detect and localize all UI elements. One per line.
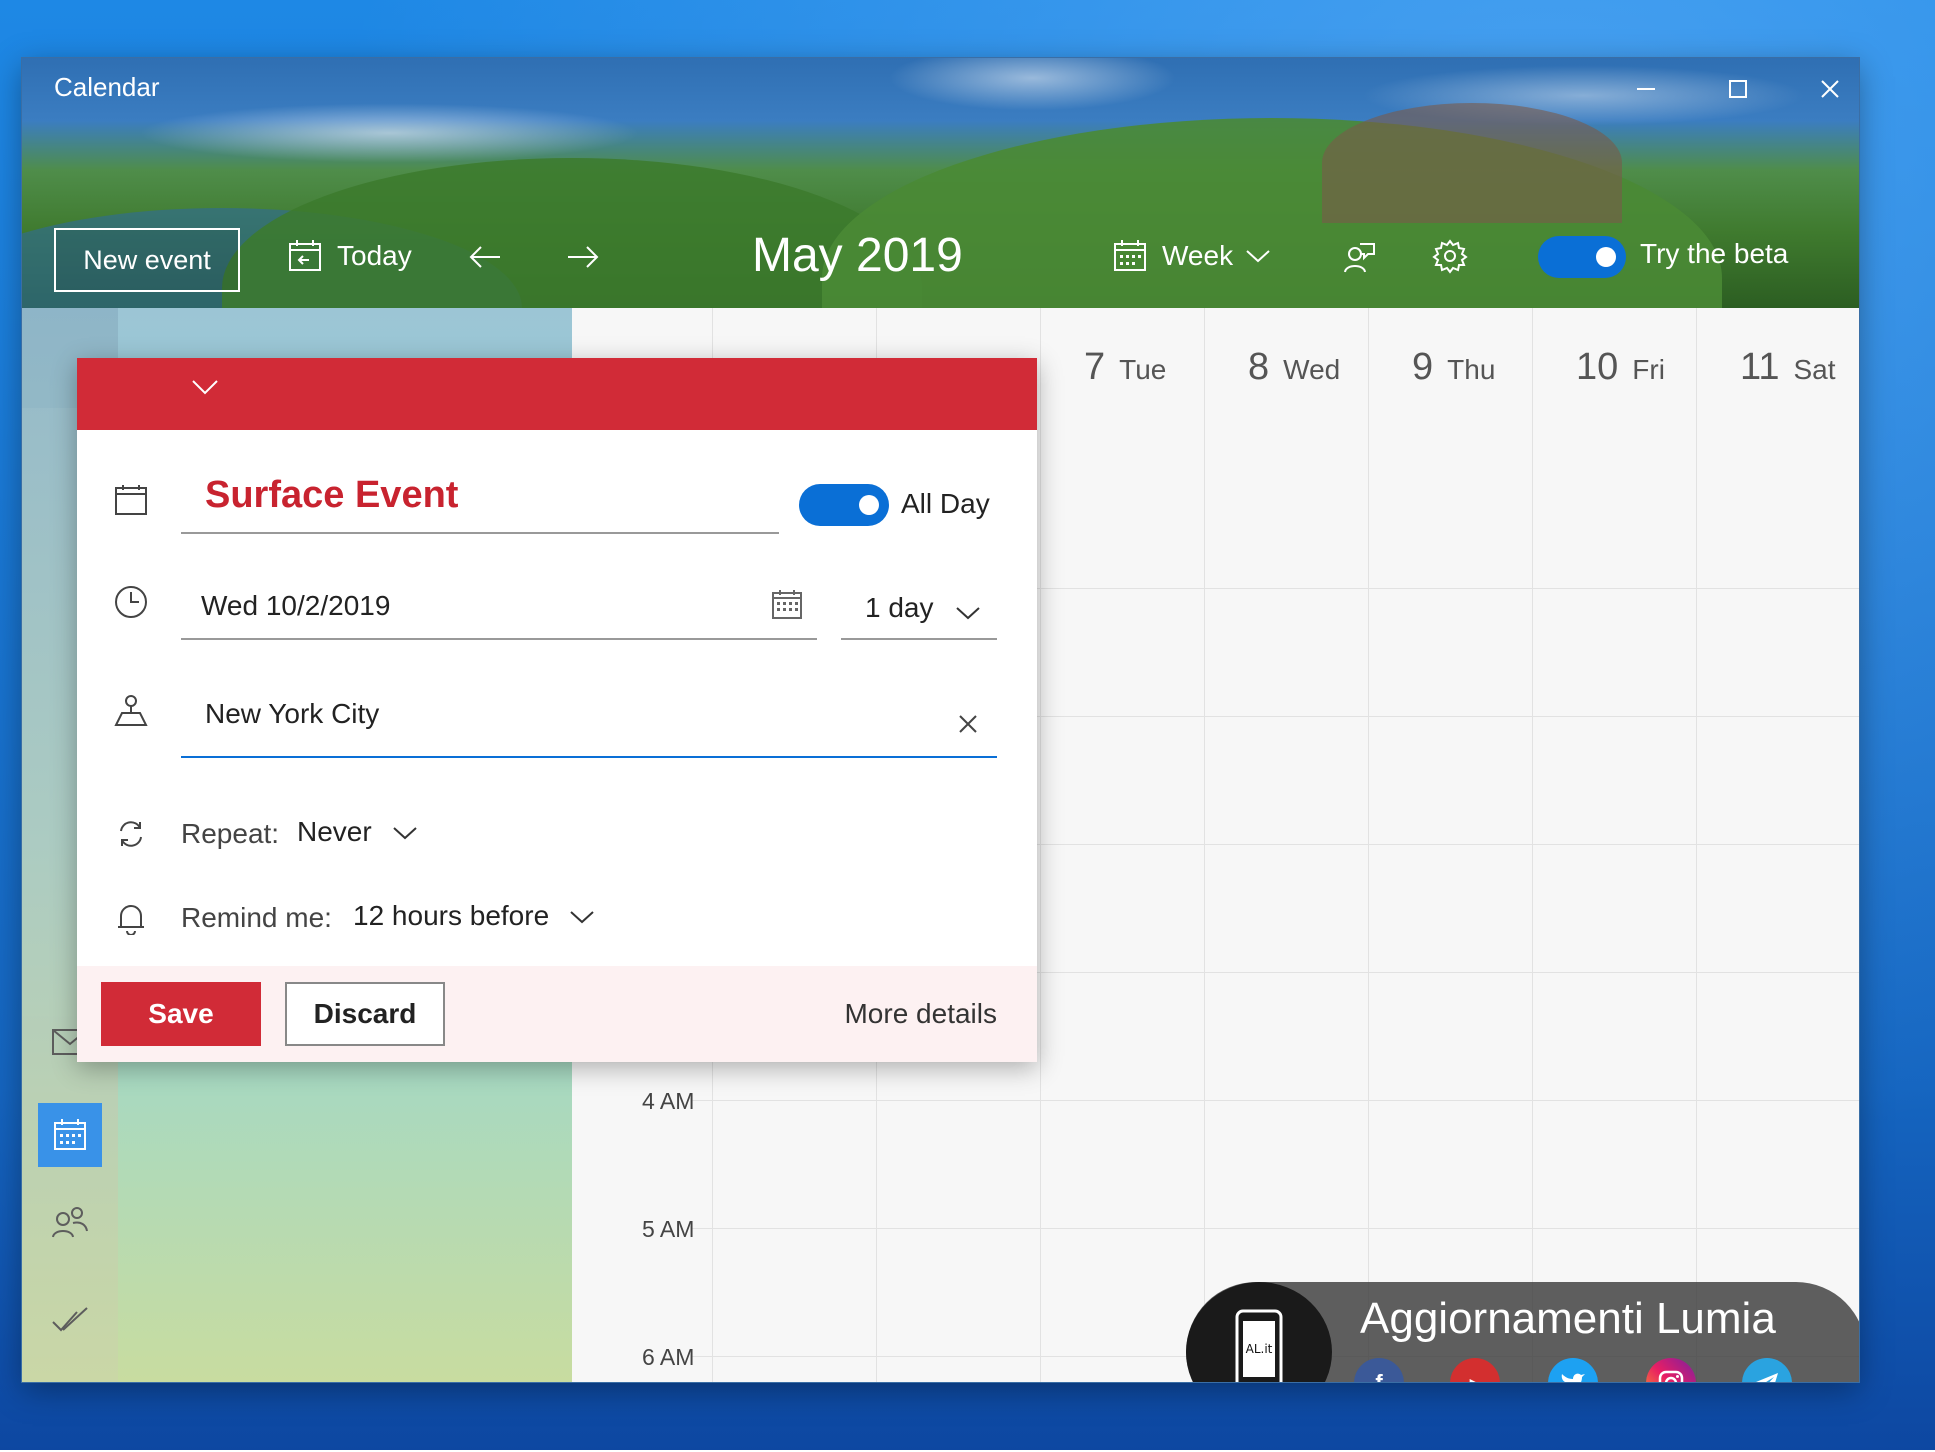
day-header[interactable]: 11 Sat bbox=[1740, 346, 1835, 389]
calendar-view-icon bbox=[1114, 240, 1146, 271]
clock-icon bbox=[111, 582, 151, 622]
time-label: 5 AM bbox=[642, 1216, 695, 1242]
watermark-banner: AL.it Aggiornamenti Lumia f ▶ bbox=[1186, 1282, 1859, 1382]
header-banner: Calendar New event Today May 2019 Week T… bbox=[22, 58, 1859, 438]
arrow-right-icon bbox=[568, 246, 599, 268]
maximize-icon bbox=[1729, 80, 1747, 98]
remind-value: 12 hours before bbox=[353, 900, 550, 931]
calendar-window: Calendar New event Today May 2019 Week T… bbox=[22, 58, 1859, 1382]
twitter-icon[interactable] bbox=[1548, 1358, 1598, 1382]
try-beta-toggle[interactable] bbox=[1538, 236, 1626, 278]
today-label: Today bbox=[337, 240, 412, 271]
month-title[interactable]: May 2019 bbox=[752, 228, 963, 283]
feedback-button[interactable] bbox=[1342, 240, 1376, 274]
people-nav-button[interactable] bbox=[46, 1198, 94, 1246]
next-button[interactable] bbox=[566, 244, 600, 270]
settings-button[interactable] bbox=[1432, 238, 1468, 274]
close-icon bbox=[959, 715, 977, 733]
repeat-label: Repeat: bbox=[181, 818, 280, 849]
todo-nav-button[interactable] bbox=[46, 1296, 94, 1344]
chevron-down-icon bbox=[569, 900, 595, 932]
repeat-dropdown[interactable]: Never bbox=[297, 816, 418, 848]
close-button[interactable] bbox=[1800, 68, 1859, 110]
previous-button[interactable] bbox=[468, 244, 502, 270]
maximize-button[interactable] bbox=[1708, 68, 1768, 110]
try-beta-label: Try the beta bbox=[1640, 238, 1789, 269]
chevron-down-icon bbox=[955, 596, 981, 628]
calendar-selector[interactable] bbox=[191, 378, 219, 401]
event-date-value: Wed 10/2/2019 bbox=[201, 590, 391, 621]
calendar-icon bbox=[111, 480, 151, 520]
calendar-nav-button[interactable] bbox=[38, 1103, 102, 1167]
day-header[interactable]: 8 Wed bbox=[1248, 346, 1340, 389]
people-icon bbox=[52, 1207, 88, 1238]
duration-dropdown[interactable]: 1 day bbox=[841, 576, 997, 640]
day-header[interactable]: 10 Fri bbox=[1576, 346, 1665, 389]
event-title-input[interactable]: Surface Event bbox=[181, 466, 779, 534]
clear-location-button[interactable] bbox=[957, 710, 979, 742]
date-picker-icon[interactable] bbox=[771, 588, 803, 627]
remind-dropdown[interactable]: 12 hours before bbox=[353, 900, 595, 932]
event-date-input[interactable]: Wed 10/2/2019 bbox=[181, 576, 817, 640]
app-title: Calendar bbox=[54, 72, 160, 102]
svg-text:AL.it: AL.it bbox=[1246, 1342, 1273, 1356]
discard-button[interactable]: Discard bbox=[285, 982, 445, 1046]
repeat-icon bbox=[111, 814, 151, 854]
event-color-header bbox=[77, 358, 1037, 430]
location-value: New York City bbox=[205, 698, 380, 729]
bell-icon bbox=[111, 898, 151, 938]
instagram-icon[interactable] bbox=[1646, 1358, 1696, 1382]
facebook-icon[interactable]: f bbox=[1354, 1358, 1404, 1382]
calendar-today-icon bbox=[289, 240, 321, 271]
repeat-value: Never bbox=[297, 816, 372, 847]
feedback-icon bbox=[1344, 243, 1375, 273]
all-day-label: All Day bbox=[901, 488, 990, 519]
close-icon bbox=[1821, 80, 1839, 98]
day-header[interactable]: 9 Thu bbox=[1412, 346, 1495, 389]
more-details-link[interactable]: More details bbox=[844, 998, 997, 1030]
new-event-button[interactable]: New event bbox=[54, 228, 240, 292]
view-label: Week bbox=[1162, 240, 1234, 271]
day-header[interactable]: 7 Tue bbox=[1084, 346, 1166, 389]
checkmark-icon bbox=[52, 1307, 88, 1332]
new-event-popup: Surface Event All Day Wed 10/2/2019 1 da… bbox=[77, 358, 1037, 1062]
time-label: 6 AM bbox=[642, 1344, 695, 1370]
calendar-icon bbox=[54, 1119, 86, 1150]
save-button[interactable]: Save bbox=[101, 982, 261, 1046]
duration-value: 1 day bbox=[865, 592, 934, 623]
minimize-icon bbox=[1637, 88, 1655, 90]
time-label: 4 AM bbox=[642, 1088, 695, 1114]
chevron-down-icon bbox=[1246, 250, 1270, 263]
chevron-down-icon bbox=[192, 380, 218, 395]
gear-icon bbox=[1432, 239, 1468, 274]
minimize-button[interactable] bbox=[1616, 68, 1676, 110]
arrow-left-icon bbox=[469, 246, 500, 268]
remind-label: Remind me: bbox=[181, 902, 332, 933]
view-selector[interactable]: Week bbox=[1112, 238, 1271, 274]
all-day-toggle[interactable] bbox=[799, 484, 889, 526]
location-input[interactable]: New York City bbox=[181, 682, 997, 758]
watermark-title: Aggiornamenti Lumia bbox=[1360, 1294, 1776, 1343]
today-button[interactable]: Today bbox=[287, 238, 412, 274]
telegram-icon[interactable] bbox=[1742, 1358, 1792, 1382]
youtube-icon[interactable]: ▶ bbox=[1450, 1358, 1500, 1382]
chevron-down-icon bbox=[392, 816, 418, 848]
location-icon bbox=[111, 690, 151, 730]
popup-footer: Save Discard More details bbox=[77, 966, 1037, 1062]
